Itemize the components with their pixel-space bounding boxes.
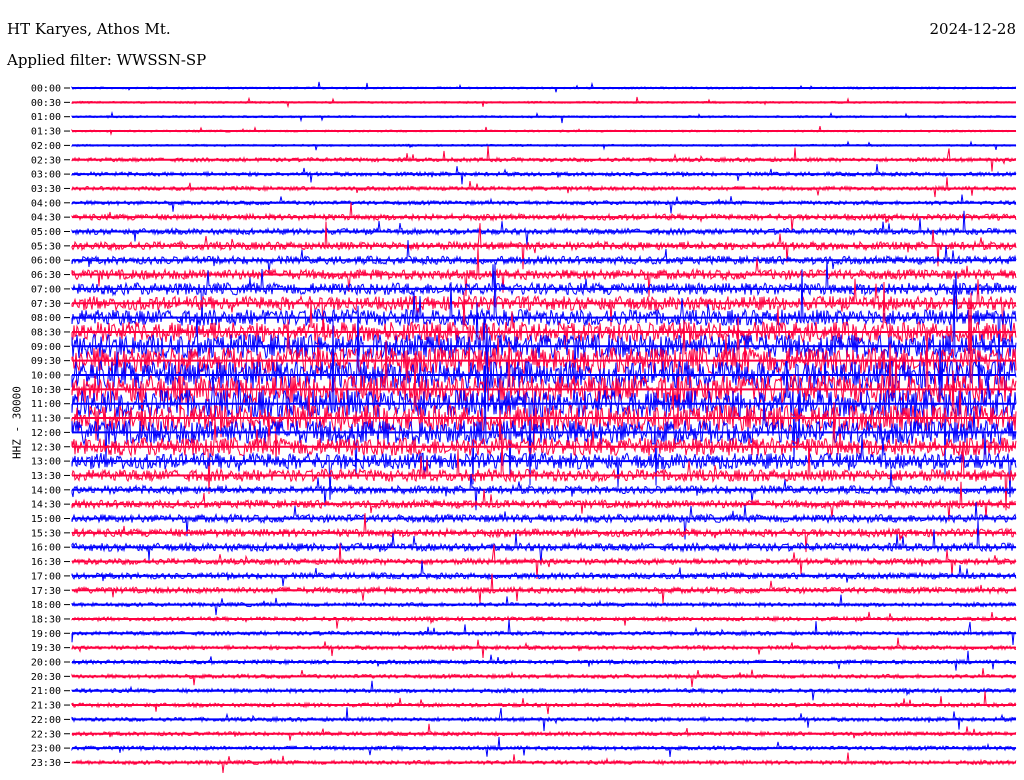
row-time-label: 10:00 (31, 371, 61, 382)
row-time-label: 19:00 (31, 629, 61, 640)
trace-0400 (71, 194, 1017, 214)
row-time-label: 00:30 (31, 98, 61, 109)
row-time-label: 06:00 (31, 256, 61, 267)
trace-2000 (71, 650, 1017, 671)
trace-2030 (71, 668, 1017, 687)
trace-1900 (71, 619, 1017, 646)
row-time-label: 00:00 (31, 84, 61, 95)
row-time-label: 08:30 (31, 327, 61, 338)
row-time-label: 12:00 (31, 428, 61, 439)
row-time-label: 13:30 (31, 471, 61, 482)
row-time-label: 18:00 (31, 600, 61, 611)
row-time-label: 06:30 (31, 270, 61, 281)
trace-1430 (71, 481, 1017, 522)
row-time-label: 15:00 (31, 514, 61, 525)
row-time-label: 03:00 (31, 170, 61, 181)
row-time-label: 05:30 (31, 241, 61, 252)
trace-1500 (71, 502, 1017, 540)
row-time-label: 05:00 (31, 227, 61, 238)
trace-0230 (71, 145, 1017, 172)
row-time-label: 04:30 (31, 213, 61, 224)
trace-0100 (71, 111, 1017, 124)
row-time-label: 14:30 (31, 500, 61, 511)
row-time-label: 09:00 (31, 342, 61, 353)
row-time-label: 09:30 (31, 356, 61, 367)
row-time-label: 08:00 (31, 313, 61, 324)
row-time-label: 22:00 (31, 715, 61, 726)
seismogram-plot: 00:00 00:30 01:00 01:30 02:00 02:30 03:00 03:30… (31, 81, 1017, 774)
row-time-label: 15:30 (31, 528, 61, 539)
row-time-label: 16:30 (31, 557, 61, 568)
row-time-label: 22:30 (31, 729, 61, 740)
row-time-label: 20:30 (31, 672, 61, 683)
row-time-label: 07:30 (31, 299, 61, 310)
row-time-label: 07:00 (31, 284, 61, 295)
row-time-label: 14:00 (31, 485, 61, 496)
row-time-label: 23:30 (31, 758, 61, 769)
row-time-label: 16:00 (31, 543, 61, 554)
row-time-label: 10:30 (31, 385, 61, 396)
trace-2300 (71, 736, 1017, 758)
row-time-label: 02:00 (31, 141, 61, 152)
row-time-label: 21:00 (31, 686, 61, 697)
row-time-label: 12:30 (31, 442, 61, 453)
trace-2130 (71, 691, 1017, 715)
row-time-label: 11:00 (31, 399, 61, 410)
row-time-label: 01:00 (31, 112, 61, 123)
row-time-label: 11:30 (31, 414, 61, 425)
row-time-label: 13:00 (31, 457, 61, 468)
row-time-label: 17:30 (31, 586, 61, 597)
row-time-label: 02:30 (31, 155, 61, 166)
row-time-label: 19:30 (31, 643, 61, 654)
row-time-label: 20:00 (31, 658, 61, 669)
trace-1830 (71, 611, 1017, 629)
row-time-label: 18:30 (31, 614, 61, 625)
row-time-label: 21:30 (31, 701, 61, 712)
row-time-label: 23:00 (31, 744, 61, 755)
trace-0330 (71, 177, 1017, 198)
row-time-label: 03:30 (31, 184, 61, 195)
row-time-label: 01:30 (31, 127, 61, 138)
trace-1700 (71, 560, 1017, 587)
row-time-label: 04:00 (31, 198, 61, 209)
row-time-label: 17:00 (31, 571, 61, 582)
